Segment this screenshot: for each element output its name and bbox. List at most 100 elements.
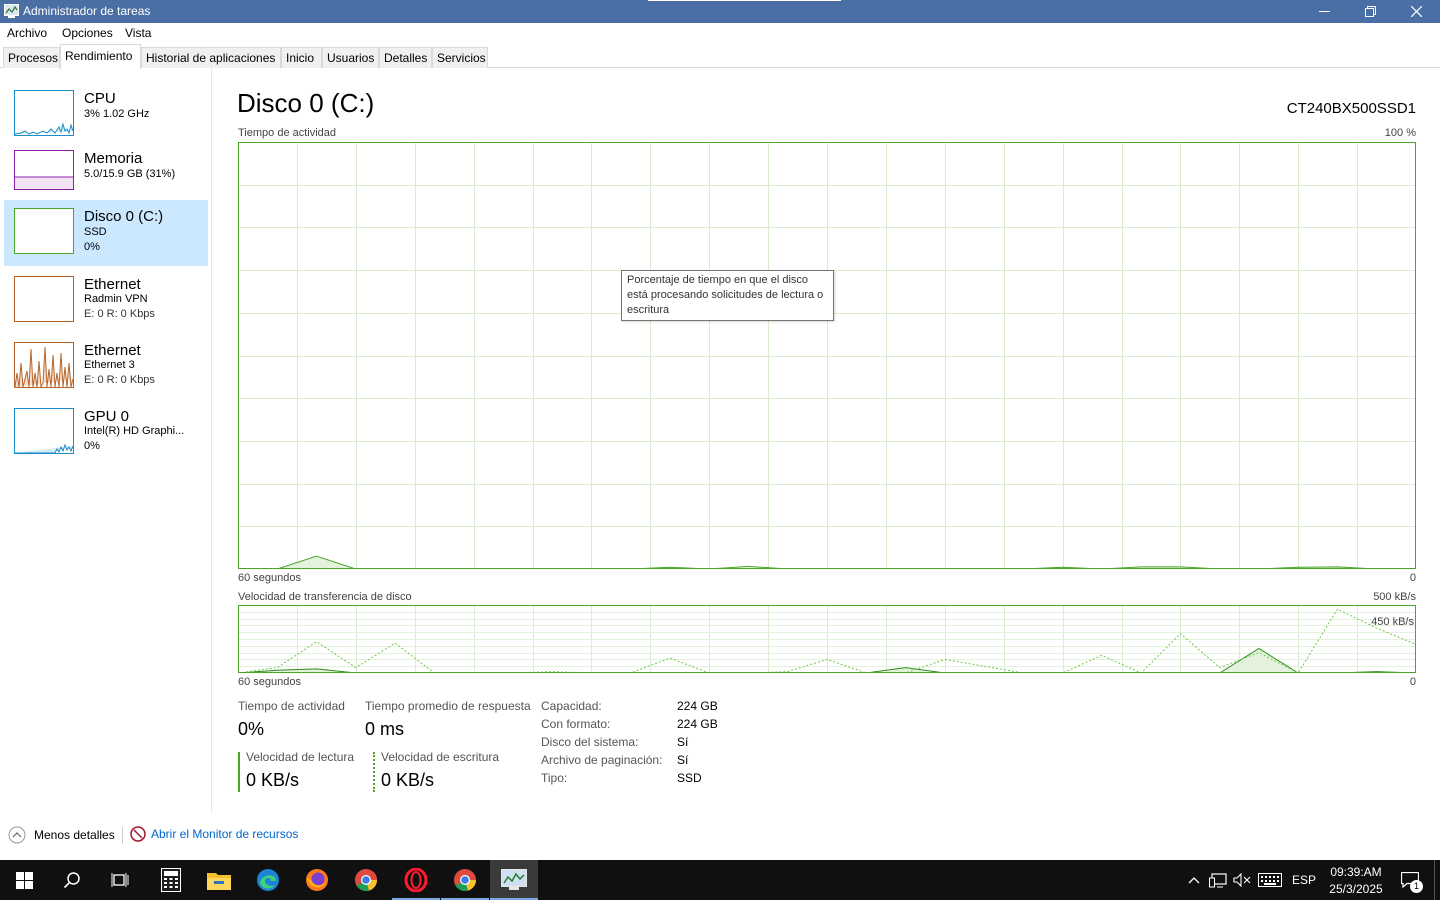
- minimize-icon: [1318, 11, 1330, 12]
- sidebar-item-detail: E: 0 R: 0 Kbps: [84, 308, 155, 320]
- tab-historial[interactable]: Historial de aplicaciones: [141, 47, 281, 68]
- chrome-icon: [454, 869, 476, 892]
- cpu-thumbnail: [14, 90, 74, 136]
- ethernet-3-thumbnail: [14, 342, 74, 388]
- volume-tray-button[interactable]: [1232, 860, 1252, 900]
- sidebar-item-subtitle: Radmin VPN: [84, 293, 148, 305]
- window-title: Administrador de tareas: [23, 4, 151, 18]
- stat-response-value: 0 ms: [365, 719, 405, 739]
- opera-icon: [404, 868, 428, 892]
- prop-capacity-label: Capacidad:: [541, 699, 602, 713]
- task-view-button[interactable]: [96, 860, 144, 900]
- resource-monitor-icon: [130, 826, 146, 842]
- notifications-button[interactable]: 1: [1396, 860, 1424, 900]
- task-manager-icon: [501, 869, 527, 890]
- close-icon: [1410, 6, 1422, 17]
- sidebar-item-title: CPU: [84, 90, 116, 107]
- restore-button[interactable]: [1347, 0, 1393, 23]
- transfer-chart-label: Velocidad de transferencia de disco: [238, 591, 412, 603]
- activity-chart-label: Tiempo de actividad: [238, 127, 337, 139]
- firefox-app[interactable]: [293, 860, 341, 900]
- prop-formatted-label: Con formato:: [541, 717, 611, 731]
- title-accent: [648, 0, 841, 1]
- firefox-icon: [306, 869, 328, 891]
- notification-count-badge: 1: [1410, 880, 1423, 893]
- footer-separator: [122, 827, 123, 844]
- prop-type-label: Tipo:: [541, 771, 568, 785]
- prop-type-value: SSD: [677, 771, 702, 785]
- file-explorer-app[interactable]: [195, 860, 243, 900]
- restore-icon: [1364, 6, 1376, 17]
- task-manager-icon: [4, 4, 19, 18]
- sidebar-item-title: Ethernet: [84, 342, 141, 359]
- resource-monitor-link[interactable]: Abrir el Monitor de recursos: [130, 826, 298, 842]
- title-bar: Administrador de tareas: [0, 0, 1440, 23]
- edge-app[interactable]: [244, 860, 292, 900]
- calculator-icon: [161, 868, 181, 892]
- disk-thumbnail: [14, 208, 74, 254]
- sidebar-item-subtitle: Ethernet 3: [84, 359, 135, 371]
- transfer-chart-max: 500 kB/s: [1373, 591, 1416, 603]
- chrome-app-1[interactable]: [342, 860, 390, 900]
- read-speed-indicator: [238, 752, 240, 792]
- tab-usuarios[interactable]: Usuarios: [322, 47, 379, 68]
- transfer-zero-label: 0: [1409, 676, 1416, 688]
- network-icon: [1209, 872, 1227, 887]
- start-button[interactable]: [0, 860, 48, 900]
- transfer-inner-scale: 450 kB/s: [1371, 616, 1414, 628]
- close-button[interactable]: [1393, 0, 1439, 23]
- minimize-button[interactable]: [1301, 0, 1347, 23]
- tab-procesos[interactable]: Procesos: [3, 47, 60, 68]
- sidebar-item-title: Disco 0 (C:): [84, 208, 164, 225]
- opera-app[interactable]: [392, 860, 440, 900]
- tab-rendimiento[interactable]: Rendimiento: [60, 44, 141, 69]
- search-icon: [63, 872, 80, 889]
- sidebar-item-ethernet-radmin[interactable]: Ethernet Radmin VPN E: 0 R: 0 Kbps: [4, 268, 208, 334]
- sidebar-item-cpu[interactable]: CPU 3% 1.02 GHz: [4, 82, 208, 148]
- menu-archivo[interactable]: Archivo: [7, 26, 47, 40]
- chrome-icon: [355, 869, 377, 892]
- sidebar-item-detail: E: 0 R: 0 Kbps: [84, 374, 155, 386]
- sidebar-item-gpu[interactable]: GPU 0 Intel(R) HD Graphi... 0%: [4, 400, 208, 466]
- sidebar-item-disco[interactable]: Disco 0 (C:) SSD 0%: [4, 200, 208, 266]
- sidebar-item-title: Memoria: [84, 150, 143, 167]
- stat-activity-value: 0%: [238, 719, 265, 739]
- gpu-thumbnail: [14, 408, 74, 454]
- touch-keyboard-button[interactable]: [1256, 860, 1284, 900]
- stat-read-label: Velocidad de lectura: [246, 750, 355, 764]
- sidebar-item-memoria[interactable]: Memoria 5.0/15.9 GB (31%): [4, 142, 208, 208]
- prop-pagefile-label: Archivo de paginación:: [541, 753, 663, 767]
- volume-muted-icon: [1233, 873, 1251, 887]
- prop-system-disk-label: Disco del sistema:: [541, 735, 639, 749]
- show-hidden-icons-button[interactable]: [1184, 860, 1204, 900]
- clock[interactable]: 09:39:AM 25/3/2025: [1318, 864, 1394, 898]
- ethernet-thumbnail: [14, 276, 74, 322]
- show-desktop-button[interactable]: [1434, 860, 1440, 900]
- menu-opciones[interactable]: Opciones: [62, 26, 113, 40]
- search-button[interactable]: [48, 860, 96, 900]
- tab-detalles[interactable]: Detalles: [379, 47, 432, 68]
- stat-response-label: Tiempo promedio de respuesta: [365, 699, 531, 713]
- clock-time: 09:39:AM: [1330, 865, 1382, 879]
- folder-icon: [207, 873, 231, 890]
- language-indicator[interactable]: ESP: [1290, 860, 1318, 900]
- chevron-up-icon: [1188, 877, 1200, 884]
- transfer-time-label: 60 segundos: [238, 676, 301, 688]
- sidebar-item-subtitle: 3% 1.02 GHz: [84, 108, 150, 120]
- less-details-button[interactable]: Menos detalles: [8, 826, 115, 844]
- activity-chart-max: 100 %: [1384, 127, 1416, 139]
- menu-vista[interactable]: Vista: [125, 26, 151, 40]
- chrome-app-2[interactable]: [441, 860, 489, 900]
- task-manager-app[interactable]: [490, 860, 538, 900]
- windows-icon: [15, 871, 33, 889]
- network-tray-button[interactable]: [1208, 860, 1228, 900]
- menu-bar: Archivo Opciones Vista: [0, 23, 1440, 43]
- calculator-app[interactable]: [147, 860, 195, 900]
- sidebar-item-detail: 0%: [84, 241, 100, 253]
- sidebar-item-ethernet-3[interactable]: Ethernet Ethernet 3 E: 0 R: 0 Kbps: [4, 334, 208, 400]
- stat-write-value: 0 KB/s: [381, 770, 435, 790]
- tab-inicio[interactable]: Inicio: [281, 47, 322, 68]
- prop-capacity-value: 224 GB: [677, 699, 718, 713]
- tab-servicios[interactable]: Servicios: [432, 47, 488, 68]
- chevron-up-icon: [8, 826, 26, 844]
